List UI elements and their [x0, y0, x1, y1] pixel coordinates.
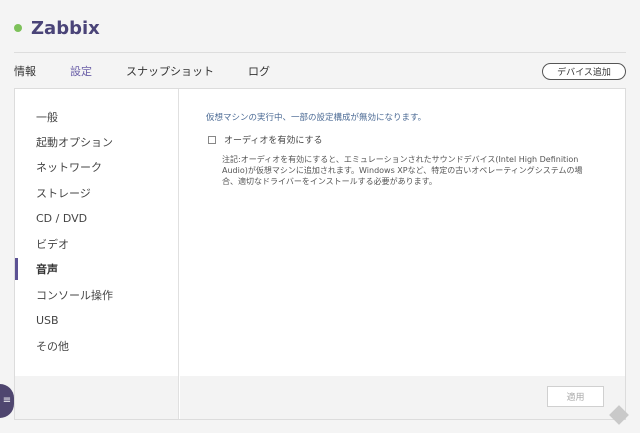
tab-settings[interactable]: 設定	[70, 63, 92, 79]
sidebar-item-storage[interactable]: ストレージ	[15, 182, 178, 204]
settings-panel: 一般 起動オプション ネットワーク ストレージ CD / DVD ビデオ 音声 …	[14, 88, 626, 420]
enable-audio-option[interactable]: オーディオを有効にする	[208, 133, 322, 146]
sidebar-item-console[interactable]: コンソール操作	[15, 284, 178, 306]
status-dot-icon	[14, 24, 22, 32]
sidebar-item-network[interactable]: ネットワーク	[15, 156, 178, 178]
apply-button[interactable]: 適用	[547, 386, 604, 407]
enable-audio-checkbox[interactable]	[208, 135, 216, 144]
tab-log[interactable]: ログ	[248, 63, 270, 79]
tab-snapshots[interactable]: スナップショット	[126, 63, 214, 79]
settings-sidebar: 一般 起動オプション ネットワーク ストレージ CD / DVD ビデオ 音声 …	[15, 89, 179, 419]
audio-note: 注記:オーディオを有効にすると、エミュレーションされたサウンドデバイス(Inte…	[222, 155, 583, 186]
content-footer: 適用	[180, 376, 625, 419]
audio-settings: 仮想マシンの実行中、一部の設定構成が無効になります。 オーディオを有効にする 注…	[180, 89, 625, 419]
sidebar-item-audio[interactable]: 音声	[15, 258, 178, 280]
running-warning: 仮想マシンの実行中、一部の設定構成が無効になります。	[206, 113, 427, 123]
sidebar-footer	[15, 376, 178, 419]
add-device-button[interactable]: デバイス追加	[542, 63, 626, 80]
vm-title: Zabbix	[14, 14, 100, 42]
sidebar-item-other[interactable]: その他	[15, 335, 178, 357]
sidebar-item-video[interactable]: ビデオ	[15, 233, 178, 255]
header-divider	[14, 52, 626, 53]
sidebar-item-cd-dvd[interactable]: CD / DVD	[15, 207, 178, 229]
sidebar-item-general[interactable]: 一般	[15, 106, 178, 128]
sidebar-item-boot-options[interactable]: 起動オプション	[15, 131, 178, 153]
hamburger-menu-icon[interactable]: ≡	[0, 384, 14, 418]
tab-info[interactable]: 情報	[14, 63, 36, 79]
sidebar-item-usb[interactable]: USB	[15, 309, 178, 331]
enable-audio-label[interactable]: オーディオを有効にする	[224, 133, 322, 146]
tab-bar: 情報 設定 スナップショット ログ	[14, 63, 270, 79]
vm-name: Zabbix	[31, 17, 100, 39]
